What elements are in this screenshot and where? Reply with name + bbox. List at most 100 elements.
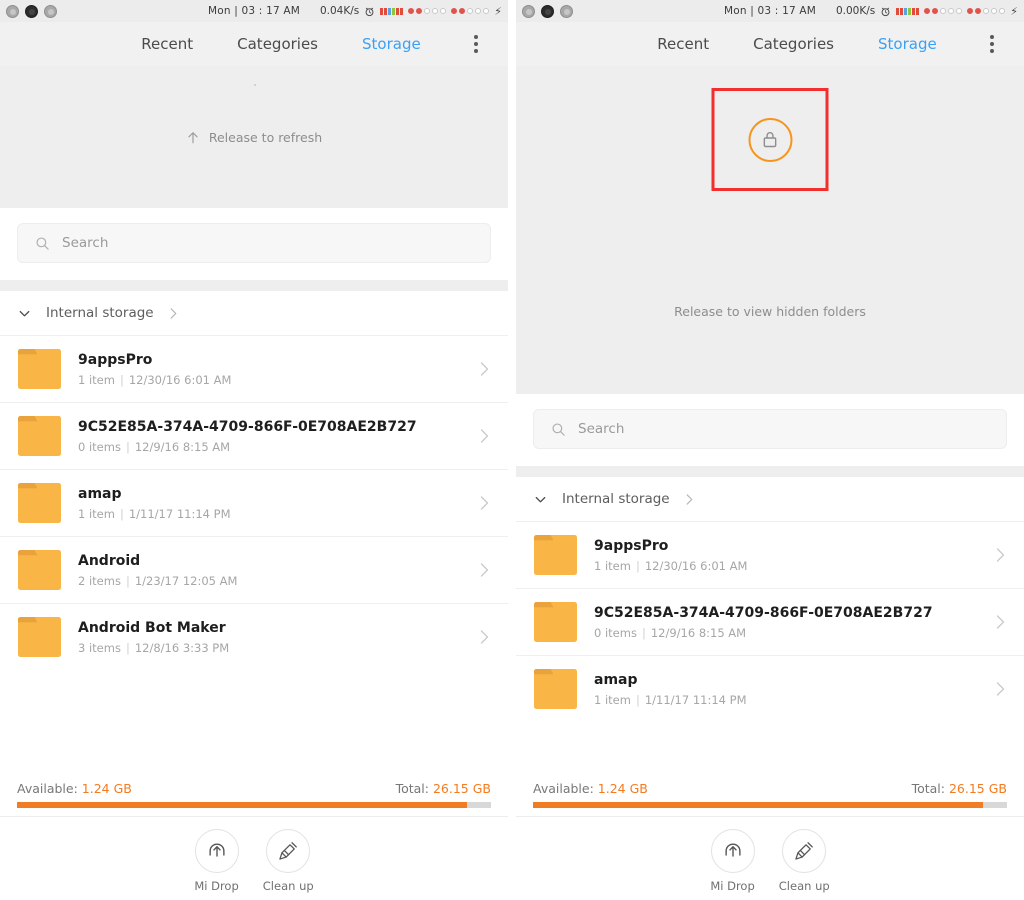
tab-bar: Recent Categories Storage	[516, 22, 1024, 66]
folder-icon	[18, 617, 61, 657]
clean-up-button[interactable]: Clean up	[779, 829, 830, 893]
status-bar: Mon | 03 : 17 AM 0.00K/s ⚡	[516, 0, 1024, 22]
section-divider-band	[516, 466, 1024, 477]
table-row[interactable]: 9appsPro 1 item | 12/30/16 6:01 AM	[0, 335, 508, 402]
total-label: Total:	[395, 781, 429, 796]
meta-separator: |	[635, 559, 640, 574]
available-value: 1.24 GB	[597, 781, 648, 796]
screenshot-stage: Mon | 03 : 17 AM 0.04K/s ⚡ Recent Catego…	[0, 0, 1024, 900]
file-count: 2 items	[78, 574, 121, 589]
search-input[interactable]: Search	[533, 409, 1007, 449]
meta-separator: |	[635, 693, 640, 708]
chevron-down-icon[interactable]	[533, 492, 548, 507]
chevron-right-icon[interactable]	[478, 628, 491, 646]
file-row-texts: amap 1 item | 1/11/17 11:14 PM	[594, 671, 978, 708]
tab-recent[interactable]: Recent	[657, 35, 709, 53]
search-icon	[552, 422, 565, 436]
file-date: 12/9/16 8:15 AM	[650, 626, 747, 641]
file-count: 1 item	[594, 693, 631, 708]
table-row[interactable]: 9C52E85A-374A-4709-866F-0E708AE2B727 0 i…	[516, 588, 1024, 655]
tab-list: Recent Categories Storage	[87, 35, 420, 53]
chevron-right-icon[interactable]	[478, 561, 491, 579]
file-date: 12/9/16 8:15 AM	[134, 440, 231, 455]
status-clock: Mon | 03 : 17 AM	[723, 5, 817, 17]
table-row[interactable]: amap 1 item | 1/11/17 11:14 PM	[0, 469, 508, 536]
storage-progress-fill	[17, 802, 468, 808]
mi-drop-button[interactable]: Mi Drop	[710, 829, 755, 893]
table-row[interactable]: Android Bot Maker 3 items | 12/8/16 3:33 P…	[0, 603, 508, 670]
file-name: 9C52E85A-374A-4709-866F-0E708AE2B727	[594, 604, 933, 621]
file-manager-panel-right: Mon | 03 : 17 AM 0.00K/s ⚡ Recent Catego…	[516, 0, 1024, 900]
more-options-icon[interactable]	[986, 31, 998, 57]
breadcrumb-label[interactable]: Internal storage	[46, 305, 154, 321]
hidden-folders-lock-badge[interactable]	[748, 117, 792, 162]
chevron-right-icon[interactable]	[478, 360, 491, 378]
chevron-right-icon[interactable]	[478, 427, 491, 445]
panel-separator	[508, 0, 516, 900]
file-meta: 1 item | 12/30/16 6:01 AM	[594, 559, 978, 573]
chevron-right-icon[interactable]	[994, 680, 1007, 698]
clean-up-circle	[266, 829, 311, 873]
available-label: Available:	[533, 781, 594, 796]
tab-categories[interactable]: Categories	[237, 35, 318, 53]
file-name: Android Bot Maker	[78, 619, 226, 636]
arrow-up-icon	[188, 131, 198, 143]
search-container: Search	[516, 394, 1024, 466]
storage-progress-bar	[533, 802, 1007, 808]
tab-list: Recent Categories Storage	[603, 35, 936, 53]
clean-up-button[interactable]: Clean up	[263, 829, 314, 893]
file-count: 1 item	[78, 373, 115, 388]
total-label-group: Total: 26.15 GB	[396, 781, 491, 796]
breadcrumb[interactable]: Internal storage	[0, 291, 508, 335]
file-count: 3 items	[78, 641, 121, 656]
tab-storage[interactable]: Storage	[878, 35, 937, 53]
breadcrumb[interactable]: Internal storage	[516, 477, 1024, 521]
file-name: amap	[594, 671, 638, 688]
folder-icon	[18, 349, 61, 389]
table-row[interactable]: 9appsPro 1 item | 12/30/16 6:01 AM	[516, 521, 1024, 588]
mi-drop-button[interactable]: Mi Drop	[194, 829, 239, 893]
file-meta: 0 items | 12/9/16 8:15 AM	[594, 626, 978, 640]
mi-drop-label: Mi Drop	[710, 879, 755, 893]
meta-separator: |	[125, 574, 130, 589]
chevron-right-icon[interactable]	[994, 613, 1007, 631]
search-input[interactable]: Search	[17, 223, 491, 263]
table-row[interactable]: amap 1 item | 1/11/17 11:14 PM	[516, 655, 1024, 722]
folder-icon	[534, 602, 577, 642]
section-divider-band	[0, 280, 508, 291]
tab-storage[interactable]: Storage	[362, 35, 421, 53]
breadcrumb-label[interactable]: Internal storage	[562, 491, 670, 507]
chevron-right-icon[interactable]	[994, 546, 1007, 564]
folder-icon	[18, 483, 61, 523]
bottom-toolbar: Mi Drop Clean up	[0, 816, 508, 900]
more-options-icon[interactable]	[470, 31, 482, 57]
mi-drop-label: Mi Drop	[194, 879, 239, 893]
mi-drop-upload-icon	[208, 843, 225, 857]
file-row-texts: 9C52E85A-374A-4709-866F-0E708AE2B727 0 i…	[594, 604, 978, 641]
pull-to-refresh-area: Release to refresh	[0, 66, 508, 208]
meta-separator: |	[119, 373, 124, 388]
file-row-texts: 9appsPro 1 item | 12/30/16 6:01 AM	[78, 351, 462, 388]
refresh-hint: Release to refresh	[186, 130, 322, 145]
table-row[interactable]: Android 2 items | 1/23/17 12:05 AM	[0, 536, 508, 603]
chevron-right-icon[interactable]	[478, 494, 491, 512]
tab-categories[interactable]: Categories	[753, 35, 834, 53]
file-name: Android	[78, 552, 141, 569]
file-count: 1 item	[594, 559, 631, 574]
storage-summary: Available: 1.24 GB Total: 26.15 GB	[0, 773, 508, 808]
folder-icon	[18, 550, 61, 590]
folder-icon	[534, 535, 577, 575]
mi-drop-circle	[194, 829, 239, 873]
chevron-down-icon[interactable]	[17, 306, 32, 321]
folder-icon	[18, 416, 61, 456]
mi-drop-upload-icon	[724, 843, 741, 857]
file-row-texts: 9appsPro 1 item | 12/30/16 6:01 AM	[594, 537, 978, 574]
chevron-right-icon	[170, 307, 176, 319]
tab-bar: Recent Categories Storage	[0, 22, 508, 66]
tab-recent[interactable]: Recent	[141, 35, 193, 53]
available-label-group: Available: 1.24 GB	[533, 781, 648, 796]
file-row-texts: amap 1 item | 1/11/17 11:14 PM	[78, 485, 462, 522]
file-meta: 0 items | 12/9/16 8:15 AM	[78, 440, 462, 454]
refresh-text: Release to refresh	[208, 129, 323, 145]
table-row[interactable]: 9C52E85A-374A-4709-866F-0E708AE2B727 0 i…	[0, 402, 508, 469]
